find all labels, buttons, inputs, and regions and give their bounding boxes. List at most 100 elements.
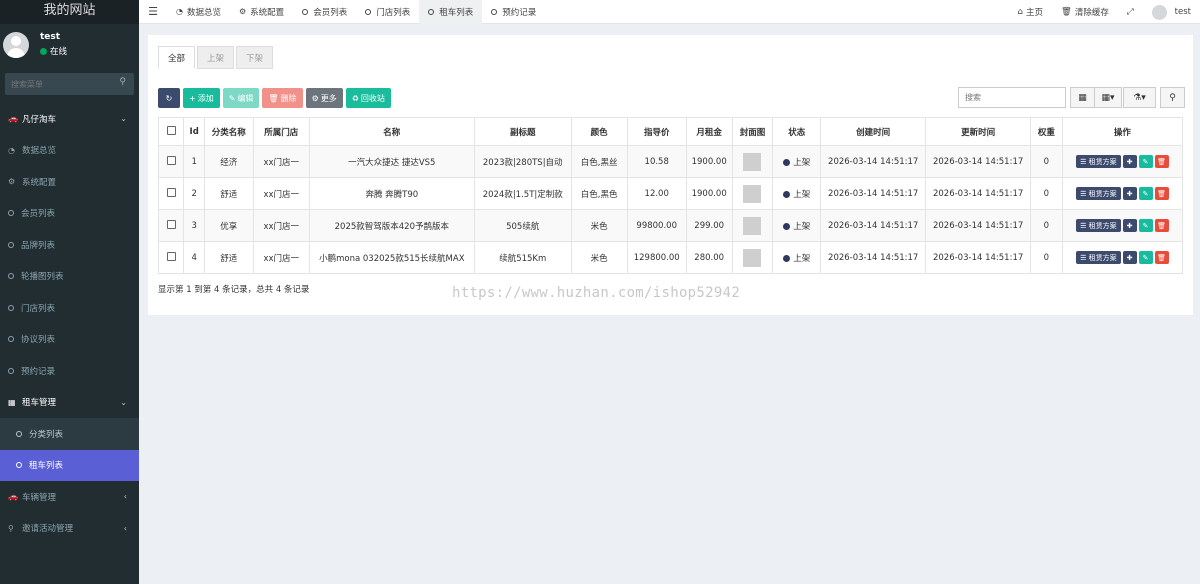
home-link[interactable]: ⌂ 主页	[1009, 6, 1052, 18]
menu-toggle-icon[interactable]: ☰	[139, 5, 167, 18]
row-edit-button[interactable]: ✎	[1138, 155, 1153, 168]
row-select-cell	[157, 209, 185, 242]
column-header[interactable]: 所属门店	[252, 117, 310, 146]
sidebar-item[interactable]: 🚗 车辆管理 ‹	[0, 481, 139, 513]
row-checkbox[interactable]	[166, 251, 176, 261]
user-menu[interactable]: test	[1143, 4, 1200, 20]
status-tab-all[interactable]: 全部	[158, 46, 195, 69]
sidebar-item[interactable]: ⚙ 系统配置	[0, 166, 139, 198]
column-header[interactable]: 副标题	[473, 117, 572, 146]
export-button[interactable]: ⚗▾	[1123, 87, 1156, 108]
sidebar-item[interactable]: 🚗 凡仔淘车 ⌄	[0, 103, 139, 135]
sidebar-item[interactable]: 分类列表	[0, 418, 139, 450]
cell-monthly-rent: 1900.00	[685, 177, 733, 210]
tab-bar: ◔ 数据总览 ⚙ 系统配置 会员列表 门店列表 租车列表 预约记录	[167, 0, 545, 24]
row-add-button[interactable]: ✚	[1122, 219, 1137, 232]
cell-color: 米色	[570, 209, 628, 242]
column-header[interactable]: 权重	[1030, 117, 1063, 146]
cover-image[interactable]	[743, 184, 762, 203]
user-panel: test 在线	[0, 24, 139, 67]
sidebar-item[interactable]: ▦ 租车管理 ⌄	[0, 387, 139, 419]
sidebar-item-label: 租车管理	[22, 398, 57, 409]
site-title[interactable]: 我的网站	[0, 0, 139, 24]
column-header[interactable]: Id	[183, 117, 205, 146]
cover-image[interactable]	[743, 248, 762, 267]
sidebar-item[interactable]: 租车列表	[0, 449, 139, 481]
sidebar-item[interactable]: 会员列表	[0, 198, 139, 230]
cell-guide-price: 12.00	[626, 177, 687, 210]
clear-cache-link[interactable]: 🗑 清除缓存	[1052, 6, 1118, 18]
row-checkbox[interactable]	[166, 219, 176, 229]
row-add-button[interactable]: ✚	[1122, 187, 1137, 200]
row-add-button[interactable]: ✚	[1122, 155, 1137, 168]
sidebar-item-label: 轮播图列表	[21, 272, 64, 283]
sidebar-item[interactable]: 轮播图列表	[0, 261, 139, 293]
rental-plan-button[interactable]: ☰ 租赁方案	[1076, 219, 1121, 232]
toggle-view-button[interactable]: ▦	[1070, 87, 1095, 108]
sidebar-item[interactable]: 预约记录	[0, 355, 139, 387]
row-checkbox[interactable]	[166, 187, 176, 197]
column-header[interactable]: 状态	[772, 117, 822, 146]
cover-image[interactable]	[743, 216, 762, 235]
row-edit-button[interactable]: ✎	[1138, 219, 1153, 232]
cell-category: 舒适	[203, 241, 254, 274]
cell-category: 经济	[203, 145, 254, 178]
cover-cell	[731, 177, 774, 210]
row-edit-button[interactable]: ✎	[1138, 251, 1153, 264]
tab-item[interactable]: 门店列表	[356, 0, 419, 24]
status-label: 上架	[793, 189, 811, 200]
status-label: 上架	[793, 221, 811, 232]
row-edit-button[interactable]: ✎	[1138, 187, 1153, 200]
column-header[interactable]: 颜色	[570, 117, 628, 146]
status-tabs: 全部 上架 下架	[158, 46, 273, 69]
sidebar-item[interactable]: ⚲ 邀请活动管理 ‹	[0, 513, 139, 545]
select-all-checkbox[interactable]	[166, 125, 176, 135]
column-header[interactable]: 分类名称	[203, 117, 254, 146]
column-header[interactable]: 名称	[308, 117, 475, 146]
more-button[interactable]: ⚙ 更多	[305, 88, 343, 108]
columns-button[interactable]: ▦▾	[1094, 87, 1122, 108]
row-delete-button[interactable]: 🗑	[1154, 251, 1169, 264]
cell-name: 2025款智驾版本420予鹊版本	[308, 209, 475, 242]
row-delete-button[interactable]: 🗑	[1154, 155, 1169, 168]
column-header[interactable]: 更新时间	[925, 117, 1032, 146]
row-delete-button[interactable]: 🗑	[1154, 219, 1169, 232]
fullscreen-icon[interactable]: ⤢	[1118, 7, 1143, 17]
advanced-search-button[interactable]: ⚲	[1160, 87, 1185, 108]
tab-item[interactable]: ⚙ 系统配置	[230, 0, 293, 24]
tab-item[interactable]: 预约记录	[482, 0, 545, 24]
rental-plan-button[interactable]: ☰ 租赁方案	[1076, 155, 1121, 168]
search-icon[interactable]: ⚲	[119, 77, 126, 87]
refresh-button[interactable]: ↻	[158, 88, 180, 108]
tab-item[interactable]: ◔ 数据总览	[167, 0, 230, 24]
sidebar-item[interactable]: 门店列表	[0, 292, 139, 324]
column-header[interactable]: 创建时间	[820, 117, 927, 146]
status-tab-off-shelf[interactable]: 下架	[236, 46, 273, 69]
add-button[interactable]: + 添加	[183, 88, 220, 108]
recycle-bin-button[interactable]: ♻ 回收站	[345, 88, 391, 108]
sidebar-item[interactable]: 协议列表	[0, 324, 139, 356]
sidebar-item[interactable]: ◔ 数据总览	[0, 135, 139, 167]
column-header[interactable]: 月租金	[685, 117, 733, 146]
rental-plan-button[interactable]: ☰ 租赁方案	[1076, 187, 1121, 200]
sidebar-item[interactable]: 品牌列表	[0, 229, 139, 261]
row-checkbox[interactable]	[166, 155, 176, 165]
status-tab-on-shelf[interactable]: 上架	[197, 46, 234, 69]
tab-item[interactable]: 会员列表	[293, 0, 356, 24]
cell-id: 1	[183, 145, 205, 178]
rental-plan-button[interactable]: ☰ 租赁方案	[1076, 251, 1121, 264]
column-header[interactable]: 指导价	[626, 117, 687, 146]
delete-button[interactable]: 🗑 删除	[262, 88, 303, 108]
edit-button[interactable]: ✎ 编辑	[222, 88, 260, 108]
tab-item[interactable]: 租车列表	[419, 0, 483, 24]
search-input[interactable]	[959, 88, 1065, 107]
sidebar: 我的网站 test 在线 ⚲ 🚗 凡仔淘车 ⌄ ◔ 数据总览 ⚙ 系统配置会员列表品牌列表轮…	[0, 0, 139, 584]
sidebar-search-input[interactable]	[5, 73, 134, 95]
row-delete-button[interactable]: 🗑	[1154, 187, 1169, 200]
cell-store: xx门店一	[252, 241, 310, 274]
row-add-button[interactable]: ✚	[1122, 251, 1137, 264]
cell-updated: 2026-03-14 14:51:17	[925, 209, 1032, 242]
column-header[interactable]: 封面图	[731, 117, 774, 146]
sidebar-item-label: 系统配置	[22, 177, 57, 188]
cover-image[interactable]	[743, 152, 762, 171]
